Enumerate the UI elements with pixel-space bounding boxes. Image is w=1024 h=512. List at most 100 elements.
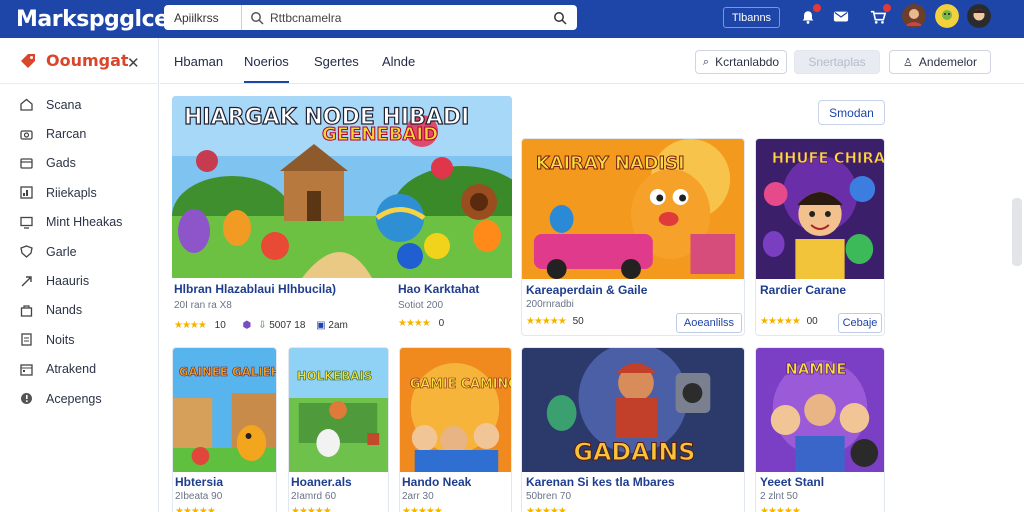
sidebar-item-riiekapls[interactable]: Riiekapls — [0, 178, 158, 207]
card-rating: ★★★★★ 50 — [526, 316, 584, 327]
thumbnail-title: NAMNE — [786, 360, 847, 378]
arrow-icon — [21, 275, 32, 287]
filter-action-button[interactable]: ⌕ Kcrtanlabdo — [695, 50, 787, 74]
card-title[interactable]: Karenan Si kes tla Mbares — [526, 475, 675, 489]
sidebar-item-rarcan[interactable]: Rarcan — [0, 119, 158, 148]
sidebar-item-gads[interactable]: Gads — [0, 149, 158, 178]
sidebar-item-atrakend[interactable]: Atrakend — [0, 355, 158, 384]
search-icon — [251, 11, 264, 25]
star-rating-icon: ★★★★★ — [175, 506, 216, 512]
chart-icon — [20, 186, 33, 200]
purple-badge-icon: ⬢ — [242, 320, 252, 331]
sidebar-item-haauris[interactable]: Haauris — [0, 266, 158, 295]
card-subtitle: 2 zlnt 50 — [760, 491, 798, 502]
tab-sgertes[interactable]: Sgertes — [314, 54, 359, 69]
game-card[interactable]: GAINEE GALIEHS Hbtersia 2Ibeata 90 ★★★★★ — [172, 347, 277, 512]
game-card[interactable]: HHUFE CHIRAY Rardier Carane ★★★★★ 00 Ceb… — [755, 138, 885, 336]
card-title[interactable]: Hoaner.als — [291, 475, 352, 489]
card-rating: ★★★★ 10 ⬢ ⇩ 5007 18 ▣ 2am — [174, 320, 348, 331]
tab-hbaman[interactable]: Hbaman — [174, 54, 223, 69]
rating-count: 00 — [806, 316, 818, 327]
card-rating: ★★★★★ — [526, 506, 567, 512]
sidebar-item-mint-hheakas[interactable]: Mint Hheakas — [0, 208, 158, 237]
sidebar-title: Ooumgat — [46, 51, 129, 70]
card-rating: ★★★★★ — [760, 506, 801, 512]
tab-noerios[interactable]: Noerios — [244, 54, 289, 83]
brand-logo[interactable]: Markspgglce — [16, 7, 169, 32]
account-action-button[interactable]: ♙ Andemelor — [889, 50, 991, 74]
filter-action-label: Kcrtanlabdo — [715, 55, 780, 69]
sidebar-item-label: Acepengs — [46, 391, 102, 406]
sidebar-item-nands[interactable]: Nands — [0, 296, 158, 325]
rating-count: 10 — [214, 320, 226, 331]
game-card[interactable]: GAMIE CAMING Hando Neak 2arr 30 ★★★★★ — [399, 347, 512, 512]
sidebar-item-label: Scana — [46, 97, 82, 112]
calendar-icon — [20, 364, 33, 376]
game-card[interactable]: GADAINS Karenan Si kes tla Mbares 50bren… — [521, 347, 745, 512]
sidebar-item-label: Rarcan — [46, 127, 87, 142]
game-thumbnail: HOLKEBAIS — [289, 348, 388, 472]
tab-bar: Hbaman Noerios Sgertes Alnde ⌕ Kcrtanlab… — [160, 38, 1024, 84]
sort-button[interactable]: Smodan — [818, 100, 885, 125]
thumbnail-title: HHUFE CHIRAY — [772, 149, 884, 167]
banner-subheadline: GEENEBAID — [322, 124, 438, 145]
search-category-select[interactable]: Apiilkrss — [164, 5, 242, 30]
notification-icon[interactable] — [798, 4, 821, 26]
close-icon[interactable]: ✕ — [127, 54, 140, 72]
sidebar-item-label: Garle — [46, 244, 77, 259]
star-rating-icon: ★★★★ — [174, 320, 207, 331]
card-title[interactable]: Rardier Carane — [760, 283, 846, 297]
game-card[interactable]: NAMNE Yeeet Stanl 2 zlnt 50 ★★★★★ — [755, 347, 885, 512]
search-input[interactable]: Rttbcnamelra — [270, 11, 553, 25]
page-scrollbar[interactable] — [1012, 198, 1022, 266]
rating-count: 50 — [572, 316, 584, 327]
get-button[interactable]: Cebaje — [838, 313, 882, 333]
game-thumbnail: GAMIE CAMING — [400, 348, 511, 472]
avatar-user-one[interactable] — [902, 4, 926, 28]
card-rating: ★★★★★ — [402, 506, 443, 512]
star-rating-icon: ★★★★★ — [760, 316, 801, 327]
card-title[interactable]: Hbtersia — [175, 475, 223, 489]
thumbnail-title: KAIRAY NADISI — [536, 153, 685, 174]
sidebar-item-scana[interactable]: Scana — [0, 90, 158, 119]
card-title[interactable]: Hao Karktahat — [398, 282, 479, 296]
card-title[interactable]: Hlbran Hlazablaui Hlhbucila) — [174, 282, 336, 296]
sidebar-item-garle[interactable]: Garle — [0, 237, 158, 266]
game-card[interactable]: KAIRAY NADISI Kareaperdain & Gaile 200rn… — [521, 138, 745, 336]
search-bar[interactable]: Apiilkrss Rttbcnamelra — [164, 5, 577, 30]
card-rating: ★★★★★ — [291, 506, 332, 512]
cart-icon[interactable] — [868, 4, 891, 26]
card-title[interactable]: Kareaperdain & Gaile — [526, 283, 647, 297]
search-submit-icon[interactable] — [553, 11, 567, 25]
install-button[interactable]: Aoeanlilss — [676, 313, 742, 333]
featured-game-card[interactable]: HIARGAK NODE HIBADI GEENEBAID Hlbran Hla… — [172, 96, 512, 336]
sidebar-item-label: Atrakend — [46, 362, 97, 377]
star-rating-icon: ★★★★★ — [526, 316, 567, 327]
top-bar: Markspgglce Apiilkrss Rttbcnamelra Tlban… — [0, 0, 1024, 38]
sidebar-menu: Scana Rarcan Gads Riiekapls Mint Hheakas… — [0, 90, 158, 413]
game-card[interactable]: HOLKEBAIS Hoaner.als 2Iamrd 60 ★★★★★ — [288, 347, 389, 512]
avatar-user-three[interactable] — [967, 4, 991, 28]
sign-in-button[interactable]: Tlbanns — [723, 7, 780, 28]
disabled-action-button[interactable]: Snertaplas — [794, 50, 880, 74]
sidebar-item-label: Noits — [46, 332, 75, 347]
shield-icon — [20, 245, 33, 259]
card-subtitle: 2Iamrd 60 — [291, 491, 337, 502]
card-rating: ★★★★★ 00 — [760, 316, 818, 327]
sidebar-item-label: Haauris — [46, 274, 90, 289]
card-subtitle: 2Ibeata 90 — [175, 491, 223, 502]
message-icon[interactable] — [831, 8, 851, 26]
rating-count: 0 — [438, 318, 445, 329]
gamepad-icon — [20, 158, 33, 169]
card-subtitle: 2arr 30 — [402, 491, 434, 502]
card-title[interactable]: Hando Neak — [402, 475, 471, 489]
sidebar-item-noits[interactable]: Noits — [0, 325, 158, 354]
thumbnail-title: GAMIE CAMING — [410, 377, 511, 392]
avatar-user-two[interactable] — [935, 4, 959, 28]
game-thumbnail: GADAINS — [522, 348, 744, 472]
sidebar-item-acepengs[interactable]: Acepengs — [0, 384, 158, 413]
tab-alnde[interactable]: Alnde — [382, 54, 415, 69]
card-title[interactable]: Yeeet Stanl — [760, 475, 824, 489]
home-icon — [20, 98, 33, 111]
download-icon: ⇩ — [258, 320, 267, 331]
